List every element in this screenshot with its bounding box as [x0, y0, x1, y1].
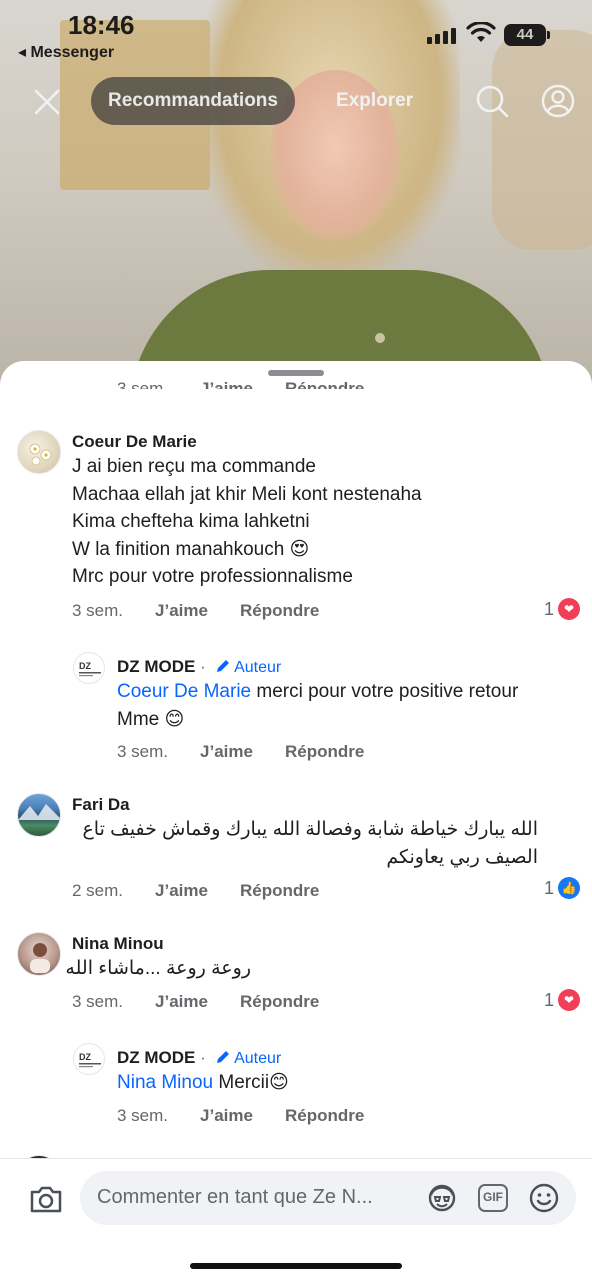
close-icon[interactable]	[33, 88, 61, 116]
gif-icon[interactable]: GIF	[478, 1184, 508, 1212]
reply-button[interactable]: Répondre	[285, 379, 364, 389]
avatar[interactable]	[17, 793, 61, 837]
avatar[interactable]	[17, 932, 61, 976]
battery-indicator: 44	[504, 24, 550, 46]
comment-meta: 2 sem. J’aime Répondre	[72, 881, 320, 900]
svg-text:DZ: DZ	[79, 661, 91, 671]
comment-text: Coeur De Marie merci pour votre positive…	[117, 681, 519, 730]
profile-icon[interactable]	[541, 84, 575, 118]
like-button[interactable]: J’aime	[200, 379, 253, 389]
comment-meta: 3 sem. J’aime Répondre	[72, 601, 320, 620]
camera-icon[interactable]	[29, 1184, 63, 1214]
author-badge: Auteur	[215, 1050, 281, 1067]
heart-icon: ❤	[558, 989, 580, 1011]
cellular-signal-icon	[427, 28, 456, 44]
reply-button[interactable]: Répondre	[240, 881, 319, 900]
comment-author[interactable]: Nina Minou	[72, 934, 164, 954]
search-icon[interactable]	[475, 84, 509, 118]
tab-explorer[interactable]: Explorer	[336, 90, 413, 112]
comment-author[interactable]: Fari Da	[72, 795, 130, 815]
pencil-icon	[216, 660, 229, 672]
comment-meta-clipped: 3 sem. J’aime Répondre	[117, 379, 364, 389]
status-time: 18:46	[68, 10, 135, 40]
comment-text: Nina Minou Mercii😊	[117, 1072, 289, 1093]
comment-input-placeholder: Commenter en tant que Ze N...	[97, 1186, 373, 1208]
reply-button[interactable]: Répondre	[285, 742, 364, 761]
comment-composer: Commenter en tant que Ze N... GIF	[0, 1158, 592, 1280]
tab-recommandations[interactable]: Recommandations	[91, 77, 295, 125]
reaction-count[interactable]: 1 👍	[544, 877, 580, 899]
comment-author[interactable]: Coeur De Marie	[72, 432, 197, 452]
comment-meta: 3 sem. J’aime Répondre	[117, 1106, 365, 1125]
thumbs-up-icon: 👍	[558, 877, 580, 899]
emoji-icon[interactable]	[528, 1182, 560, 1214]
comment-text: روعة روعة ...ماشاء الله	[65, 958, 251, 979]
heart-icon: ❤	[558, 598, 580, 620]
comment-text: J ai bien reçu ma commande Machaa ellah …	[72, 456, 422, 587]
avatar[interactable]	[17, 430, 61, 474]
home-indicator[interactable]	[190, 1263, 402, 1269]
wifi-icon	[466, 22, 496, 42]
like-button[interactable]: J’aime	[155, 992, 208, 1011]
comments-sheet[interactable]: 3 sem. J’aime Répondre Coeur De Marie J ai…	[0, 361, 592, 1280]
pencil-icon	[216, 1051, 229, 1063]
mention-link[interactable]: Coeur De Marie	[117, 681, 251, 702]
status-bar: 18:46 ◂ Messenger 44	[0, 0, 592, 70]
reply-button[interactable]: Répondre	[240, 601, 319, 620]
like-button[interactable]: J’aime	[200, 1106, 253, 1125]
video-shirt-button	[375, 333, 385, 343]
author-badge: Auteur	[215, 659, 281, 676]
comment-meta: 3 sem. J’aime Répondre	[117, 742, 365, 761]
svg-text:DZ: DZ	[79, 1052, 91, 1062]
avatar[interactable]: DZ	[73, 1043, 105, 1075]
mention-link[interactable]: Nina Minou	[117, 1072, 213, 1093]
comment-meta: 3 sem. J’aime Répondre	[72, 992, 320, 1011]
reaction-count[interactable]: 1 ❤	[544, 598, 580, 620]
avatar[interactable]: DZ	[73, 652, 105, 684]
like-button[interactable]: J’aime	[155, 601, 208, 620]
comment-author[interactable]: DZ MODE · Auteur	[117, 657, 281, 677]
comment-author[interactable]: DZ MODE · Auteur	[117, 1048, 281, 1068]
avatar-sticker-icon[interactable]	[426, 1183, 458, 1213]
reply-button[interactable]: Répondre	[285, 1106, 364, 1125]
like-button[interactable]: J’aime	[155, 881, 208, 900]
sheet-grabber-handle[interactable]	[268, 370, 324, 376]
reply-button[interactable]: Répondre	[240, 992, 319, 1011]
like-button[interactable]: J’aime	[200, 742, 253, 761]
reaction-count[interactable]: 1 ❤	[544, 989, 580, 1011]
back-to-messenger-link[interactable]: ◂ Messenger	[18, 42, 114, 62]
comment-input[interactable]: Commenter en tant que Ze N... GIF	[80, 1171, 576, 1225]
comment-text: الله يبارك خياطة شابة وفصالة الله يبارك …	[82, 819, 538, 868]
